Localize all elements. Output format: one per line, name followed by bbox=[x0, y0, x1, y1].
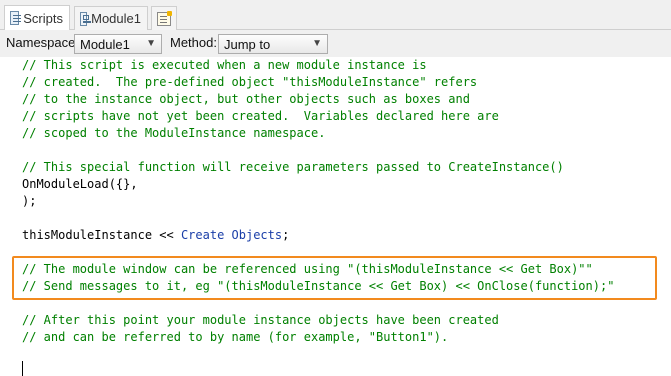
code-line: thisModuleInstance << Create Objects; bbox=[22, 227, 289, 244]
chevron-down-icon: ▼ bbox=[146, 38, 156, 49]
code-editor[interactable]: // This script is executed when a new mo… bbox=[0, 57, 671, 376]
code-keyword: Create Objects bbox=[180, 228, 283, 242]
code-line: // and can be referred to by name (for e… bbox=[22, 330, 449, 344]
code-semicolon: ; bbox=[282, 228, 290, 242]
highlight-box bbox=[12, 256, 657, 300]
namespace-label: Namespace: bbox=[6, 35, 79, 50]
tab-scripts-label: Scripts bbox=[23, 10, 63, 26]
method-select[interactable]: Jump to ▼ bbox=[218, 34, 328, 54]
tab-strip: Scripts Module1 bbox=[0, 0, 671, 30]
tab-scripts[interactable]: Scripts bbox=[4, 5, 70, 30]
code-line: // created. The pre-defined object "this… bbox=[22, 75, 478, 89]
new-module-icon bbox=[157, 10, 172, 26]
scripts-icon bbox=[10, 11, 22, 25]
code-line: // This script is executed when a new mo… bbox=[22, 58, 427, 72]
namespace-select-value: Module1 bbox=[80, 37, 130, 52]
code-line: ); bbox=[22, 194, 37, 208]
code-line: // scoped to the ModuleInstance namespac… bbox=[22, 126, 326, 140]
code-line: // scripts have not yet been created. Va… bbox=[22, 109, 499, 123]
code-line: // to the instance object, but other obj… bbox=[22, 92, 470, 106]
namespace-select[interactable]: Module1 ▼ bbox=[74, 34, 162, 54]
tab-module1[interactable]: Module1 bbox=[74, 6, 148, 30]
method-label: Method: bbox=[170, 35, 217, 50]
toolbar: Namespace: Module1 ▼ Method: Jump to ▼ bbox=[0, 30, 671, 57]
code-line: // This special function will receive pa… bbox=[22, 160, 564, 174]
code-line: // After this point your module instance… bbox=[22, 313, 499, 327]
chevron-down-icon: ▼ bbox=[312, 38, 322, 49]
text-caret bbox=[22, 361, 23, 376]
script-editor-window: Scripts Module1 Namespace: Module1 ▼ Met… bbox=[0, 0, 671, 376]
method-select-value: Jump to bbox=[224, 37, 271, 52]
tab-module1-label: Module1 bbox=[91, 11, 141, 26]
code-identifier: thisModuleInstance << bbox=[22, 228, 181, 242]
module-icon bbox=[80, 11, 92, 26]
code-line: OnModuleLoad({}, bbox=[22, 177, 138, 191]
tab-new-module[interactable] bbox=[151, 6, 177, 30]
